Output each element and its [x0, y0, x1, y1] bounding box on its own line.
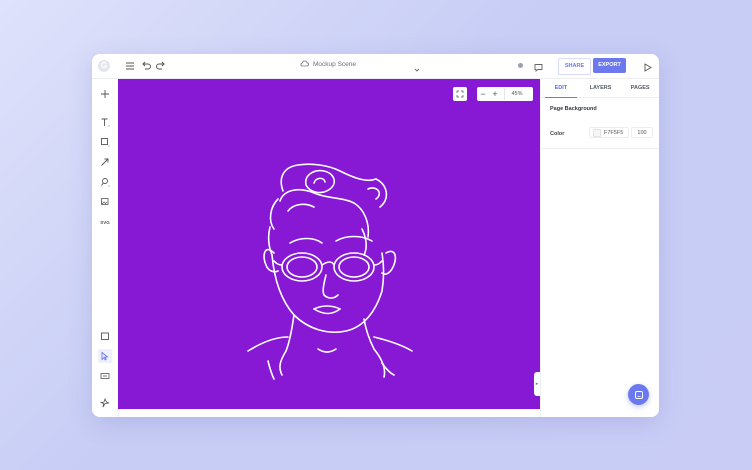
text-icon[interactable] [98, 115, 112, 129]
panel-tabs: EDIT LAYERS PAGES [541, 79, 659, 98]
frame-icon[interactable] [98, 329, 112, 343]
arrow-icon[interactable] [98, 155, 112, 169]
tab-edit[interactable]: EDIT [541, 79, 581, 98]
undo-icon[interactable] [139, 59, 153, 73]
zoom-control: − + 45% [477, 87, 533, 101]
artboard[interactable]: − + 45% [118, 79, 540, 409]
section-title: Page Background [550, 106, 597, 112]
pin-icon[interactable] [98, 396, 112, 410]
canvas-area[interactable]: − + 45% [118, 79, 540, 409]
chevron-down-icon[interactable] [413, 61, 421, 79]
color-value: F7F5F5 [604, 129, 624, 136]
app-logo[interactable]: G [98, 60, 110, 72]
svg-icon[interactable]: SVG [98, 215, 112, 229]
chat-icon [634, 390, 643, 399]
divider [541, 148, 659, 149]
tab-layers[interactable]: LAYERS [581, 79, 621, 97]
component-icon[interactable] [98, 369, 112, 383]
add-icon[interactable] [98, 87, 112, 101]
fit-screen-icon [456, 90, 464, 98]
select-icon[interactable] [98, 349, 112, 363]
play-icon[interactable] [642, 60, 653, 78]
chat-button[interactable] [628, 384, 649, 405]
color-label: Color [550, 131, 565, 137]
rectangle-icon[interactable] [98, 135, 112, 149]
fit-screen-button[interactable] [453, 87, 467, 101]
zoom-tool-icon[interactable] [98, 175, 112, 189]
portrait-line-drawing [247, 163, 413, 380]
share-button[interactable]: SHARE [558, 58, 591, 75]
properties-panel: EDIT LAYERS PAGES Page Background Color … [540, 79, 659, 417]
export-button[interactable]: EXPORT [593, 58, 626, 73]
top-bar: G Mockup Scene SHARE EXPORT [92, 54, 659, 79]
editor-window: G Mockup Scene SHARE EXPORT SVG − + 45% … [92, 54, 659, 417]
scene-selector[interactable]: Mockup Scene [300, 60, 356, 69]
opacity-field[interactable]: 100 [631, 127, 653, 138]
redo-icon[interactable] [154, 59, 168, 73]
color-field[interactable]: F7F5F5 [589, 127, 629, 138]
cloud-icon [300, 60, 309, 69]
color-swatch[interactable] [593, 128, 601, 137]
zoom-out-button[interactable]: − [477, 87, 489, 101]
comment-icon[interactable] [533, 60, 544, 78]
tab-pages[interactable]: PAGES [620, 79, 659, 97]
zoom-in-button[interactable]: + [489, 87, 501, 101]
menu-icon[interactable] [123, 59, 137, 73]
zoom-level[interactable]: 45% [504, 88, 529, 100]
scene-name: Mockup Scene [313, 61, 356, 68]
left-toolbar: SVG [92, 79, 119, 417]
image-icon[interactable] [98, 195, 112, 209]
status-dot-icon [518, 63, 523, 68]
